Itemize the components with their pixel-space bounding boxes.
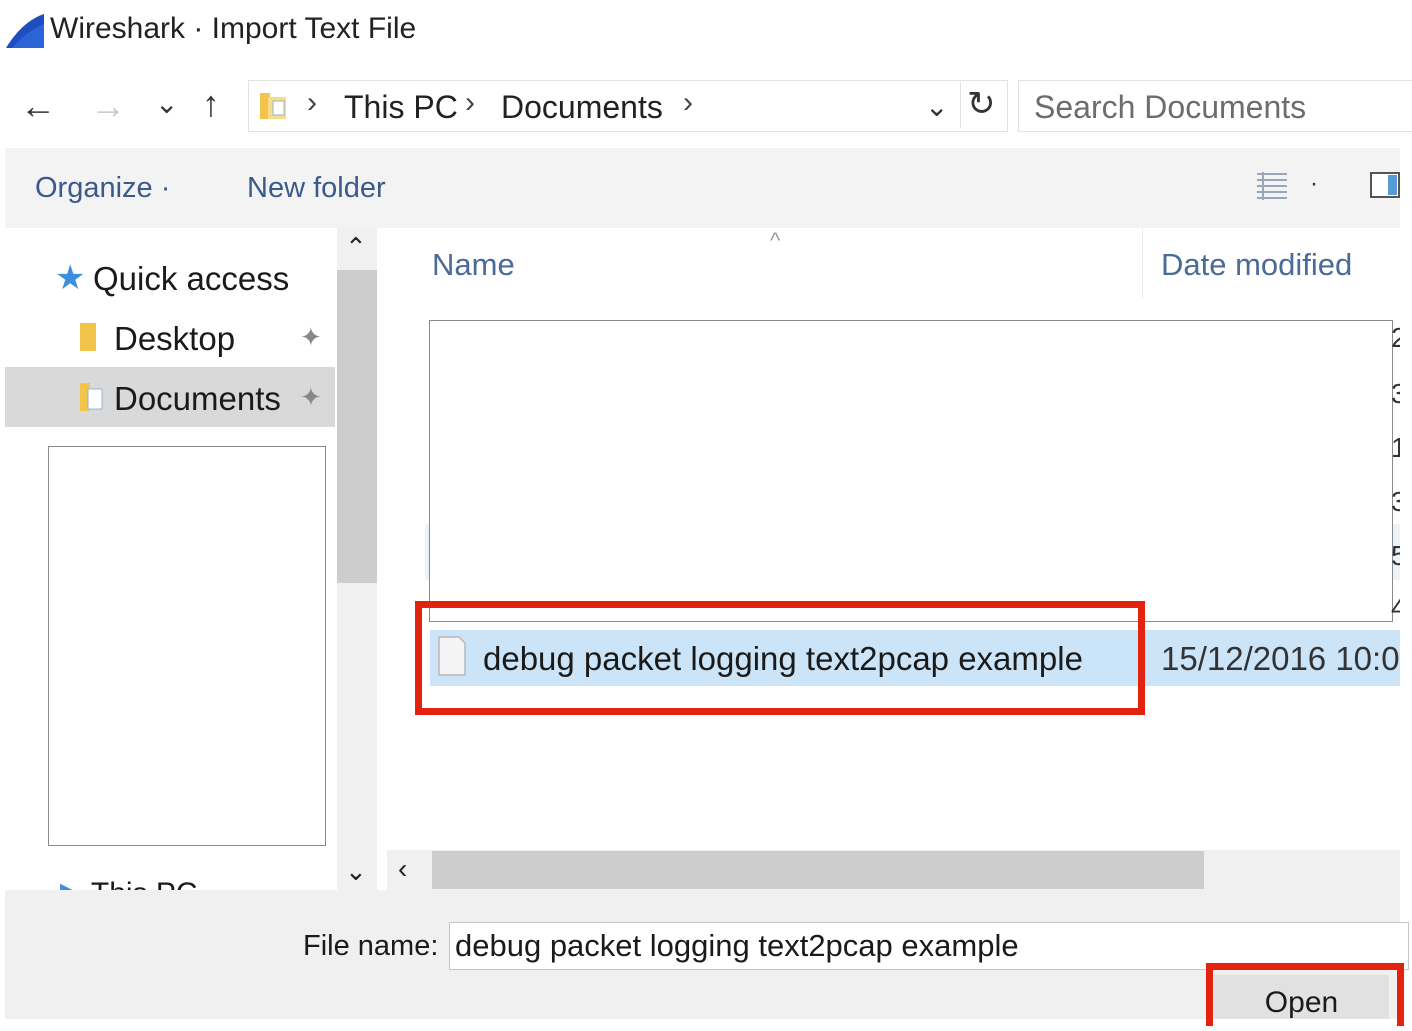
this-pc-icon: ▶: [60, 877, 83, 890]
list-item-edge: 1: [1391, 432, 1400, 463]
forward-button[interactable]: →: [90, 88, 126, 124]
view-options-chevron[interactable]: ·: [1310, 170, 1318, 198]
nav-item-quick-access[interactable]: Quick access: [93, 260, 289, 298]
breadcrumb-separator[interactable]: ›: [683, 86, 693, 120]
back-button[interactable]: ←: [20, 88, 56, 124]
annotation-highlight-file: [415, 601, 1145, 715]
documents-folder-icon: [260, 93, 286, 119]
list-item-edge: 3: [1391, 378, 1400, 409]
view-list-icon[interactable]: [1255, 170, 1289, 200]
breadcrumb-this-pc[interactable]: This PC: [344, 89, 458, 126]
sort-caret-icon: ^: [770, 228, 781, 253]
list-item-edge: 2: [1391, 322, 1400, 353]
breadcrumb-separator: ›: [465, 86, 475, 119]
column-header-name[interactable]: Name: [432, 247, 515, 283]
recent-locations-button[interactable]: ⌄: [155, 90, 178, 118]
list-item-edge: 3: [1391, 486, 1400, 517]
organize-button[interactable]: Organize ·: [35, 172, 170, 205]
file-name-label: File name:: [303, 930, 439, 962]
breadcrumb-separator: ›: [307, 86, 317, 119]
nav-item-desktop[interactable]: Desktop: [114, 320, 235, 358]
nav-item-documents[interactable]: Documents: [114, 380, 281, 418]
documents-folder-icon: [80, 383, 103, 411]
nav-item-this-pc[interactable]: ▶ This PC: [60, 876, 198, 890]
new-folder-button[interactable]: New folder: [247, 172, 386, 205]
redaction-box: [429, 320, 1393, 622]
refresh-button[interactable]: ↻: [967, 84, 996, 124]
address-divider: [960, 82, 961, 128]
command-bar: [5, 148, 1400, 228]
chevron-left-icon[interactable]: ‹: [398, 853, 407, 885]
annotation-highlight-open: [1206, 963, 1404, 1026]
horizontal-scrollbar-thumb[interactable]: [432, 851, 1204, 889]
column-divider[interactable]: [1142, 228, 1143, 298]
column-header-date-modified[interactable]: Date modified: [1161, 247, 1352, 283]
date-modified-cell: 15/12/2016 10:0: [1161, 640, 1400, 677]
chevron-up-icon[interactable]: ⌃: [345, 232, 367, 263]
list-item-edge: 5: [1391, 540, 1400, 571]
pin-icon[interactable]: ✦: [300, 382, 322, 413]
wireshark-fin-icon: [6, 14, 44, 48]
up-button[interactable]: ↑: [202, 86, 220, 122]
window-title: Wireshark · Import Text File: [50, 12, 417, 45]
preview-pane-icon[interactable]: [1370, 170, 1400, 200]
list-item-edge: 4: [1391, 592, 1400, 623]
pin-icon[interactable]: ✦: [300, 322, 322, 353]
star-icon: ★: [55, 259, 86, 297]
chevron-down-icon[interactable]: ⌄: [345, 856, 367, 887]
redaction-box: [48, 446, 326, 846]
search-placeholder[interactable]: Search Documents: [1034, 89, 1306, 126]
desktop-folder-icon: [80, 323, 96, 351]
nav-scrollbar-thumb[interactable]: [337, 270, 377, 583]
breadcrumb-documents[interactable]: Documents: [501, 89, 663, 126]
chevron-down-icon[interactable]: ⌄: [925, 90, 948, 123]
